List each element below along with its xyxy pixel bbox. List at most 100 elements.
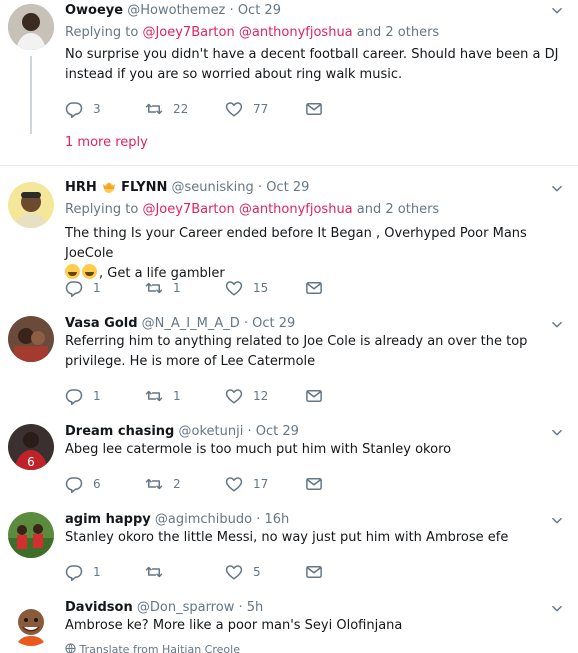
retweet-button[interactable]: 2: [145, 474, 181, 494]
separator-dot: ·: [247, 424, 252, 439]
display-name[interactable]: agim happy: [65, 512, 151, 527]
tweet-text: Referring him to anything related to Joe…: [65, 334, 528, 369]
mention-anthonyfjoshua[interactable]: @anthonyfjoshua: [239, 202, 353, 217]
tweet-header: Vasa Gold @N_A_I_M_A_D · Oct 29: [65, 315, 295, 333]
reply-count: 1: [93, 281, 101, 295]
tweet-vasa-gold[interactable]: Vasa Gold @N_A_I_M_A_D · Oct 29 Referrin…: [0, 314, 578, 404]
like-icon: [225, 563, 243, 581]
tweet-flynn[interactable]: HRH FLYNN @seunisking · Oct 29 Replying …: [0, 178, 578, 303]
retweet-button[interactable]: 1: [145, 386, 181, 406]
retweet-count: 1: [173, 389, 181, 403]
tweet-header: agim happy @agimchibudo · 16h: [65, 511, 289, 529]
chevron-down-icon[interactable]: [550, 182, 564, 196]
direct-message-button[interactable]: [305, 386, 323, 406]
timestamp[interactable]: Oct 29: [256, 424, 299, 439]
avatar[interactable]: [8, 182, 54, 228]
retweet-button[interactable]: 1: [145, 278, 181, 298]
replying-others[interactable]: and 2 others: [357, 25, 439, 40]
timestamp[interactable]: Oct 29: [252, 316, 295, 331]
retweet-icon: [145, 279, 163, 297]
retweet-count: 2: [173, 477, 181, 491]
retweet-icon: [145, 100, 163, 118]
reply-count: 3: [93, 102, 101, 116]
reply-icon: [65, 279, 83, 297]
tweet-header: HRH FLYNN @seunisking · Oct 29: [65, 179, 309, 197]
like-button[interactable]: 17: [225, 474, 268, 494]
more-replies-link[interactable]: 1 more reply: [65, 135, 148, 150]
user-handle[interactable]: @agimchibudo: [155, 512, 252, 527]
chevron-down-icon[interactable]: [550, 318, 564, 332]
avatar[interactable]: [8, 316, 54, 362]
direct-message-button[interactable]: [305, 474, 323, 494]
replying-others[interactable]: and 2 others: [357, 202, 439, 217]
like-icon: [225, 475, 243, 493]
like-button[interactable]: 77: [225, 99, 268, 119]
display-name-suffix[interactable]: FLYNN: [121, 180, 167, 195]
retweet-icon: [145, 387, 163, 405]
tweet-davidson[interactable]: Davidson @Don_sparrow · 5h Ambrose ke? M…: [0, 598, 578, 653]
mention-joey7barton[interactable]: @Joey7Barton: [142, 202, 234, 217]
like-count: 77: [253, 102, 269, 116]
retweet-icon: [145, 475, 163, 493]
timestamp[interactable]: 5h: [247, 600, 264, 615]
like-count: 17: [253, 477, 269, 491]
replying-to: Replying to @Joey7Barton @anthonyfjoshua…: [65, 24, 439, 42]
direct-message-icon: [305, 100, 323, 118]
chevron-down-icon[interactable]: [550, 602, 564, 616]
separator-dot: ·: [229, 3, 234, 18]
like-button[interactable]: 5: [225, 562, 261, 582]
like-count: 15: [253, 281, 269, 295]
timestamp[interactable]: Oct 29: [238, 3, 281, 18]
timestamp[interactable]: Oct 29: [266, 180, 309, 195]
user-handle[interactable]: @Howothemez: [127, 3, 225, 18]
display-name[interactable]: Dream chasing: [65, 424, 174, 439]
chevron-down-icon[interactable]: [550, 4, 564, 18]
crown-emoji: [102, 182, 115, 193]
direct-message-icon: [305, 475, 323, 493]
thread-line: [30, 56, 32, 134]
reply-count: 1: [93, 565, 101, 579]
reply-button[interactable]: 3: [65, 99, 101, 119]
display-name[interactable]: Vasa Gold: [65, 316, 138, 331]
reply-button[interactable]: 6: [65, 474, 101, 494]
like-button[interactable]: 12: [225, 386, 268, 406]
retweet-button[interactable]: [145, 562, 173, 582]
reply-button[interactable]: 1: [65, 562, 101, 582]
translate-link[interactable]: Translate from Haitian Creole: [65, 643, 240, 653]
chevron-down-icon[interactable]: [550, 514, 564, 528]
tweet-agim-happy[interactable]: agim happy @agimchibudo · 16h Stanley ok…: [0, 510, 578, 585]
tweet-dream-chasing[interactable]: 6 Dream chasing @oketunji · Oct 29 Abeg …: [0, 422, 578, 497]
retweet-button[interactable]: 22: [145, 99, 188, 119]
reply-button[interactable]: 1: [65, 386, 101, 406]
svg-text:6: 6: [27, 455, 35, 469]
user-handle[interactable]: @Don_sparrow: [137, 600, 234, 615]
globe-icon: [65, 643, 76, 653]
direct-message-button[interactable]: [305, 99, 323, 119]
user-handle[interactable]: @oketunji: [179, 424, 244, 439]
user-handle[interactable]: @N_A_I_M_A_D: [142, 316, 240, 331]
display-name[interactable]: Owoeye: [65, 3, 123, 18]
avatar[interactable]: 6: [8, 424, 54, 470]
avatar[interactable]: [8, 4, 54, 50]
timestamp[interactable]: 16h: [264, 512, 289, 527]
reply-icon: [65, 475, 83, 493]
display-name[interactable]: HRH: [65, 180, 97, 195]
retweet-count: 22: [173, 102, 189, 116]
tweet-owoeye[interactable]: Owoeye @Howothemez · Oct 29 Replying to …: [0, 0, 578, 160]
tweet-text: Stanley okoro the little Messi, no way j…: [65, 530, 509, 545]
direct-message-button[interactable]: [305, 562, 323, 582]
replying-to: Replying to @Joey7Barton @anthonyfjoshua…: [65, 201, 439, 219]
avatar[interactable]: [8, 600, 54, 646]
reply-button[interactable]: 1: [65, 278, 101, 298]
like-button[interactable]: 15: [225, 278, 268, 298]
mention-anthonyfjoshua[interactable]: @anthonyfjoshua: [239, 25, 353, 40]
mention-joey7barton[interactable]: @Joey7Barton: [142, 25, 234, 40]
chevron-down-icon[interactable]: [550, 426, 564, 440]
avatar[interactable]: [8, 512, 54, 558]
display-name[interactable]: Davidson: [65, 600, 133, 615]
like-icon: [225, 100, 243, 118]
user-handle[interactable]: @seunisking: [172, 180, 254, 195]
tweet-header: Owoeye @Howothemez · Oct 29: [65, 2, 281, 20]
reply-icon: [65, 100, 83, 118]
direct-message-button[interactable]: [305, 278, 323, 298]
